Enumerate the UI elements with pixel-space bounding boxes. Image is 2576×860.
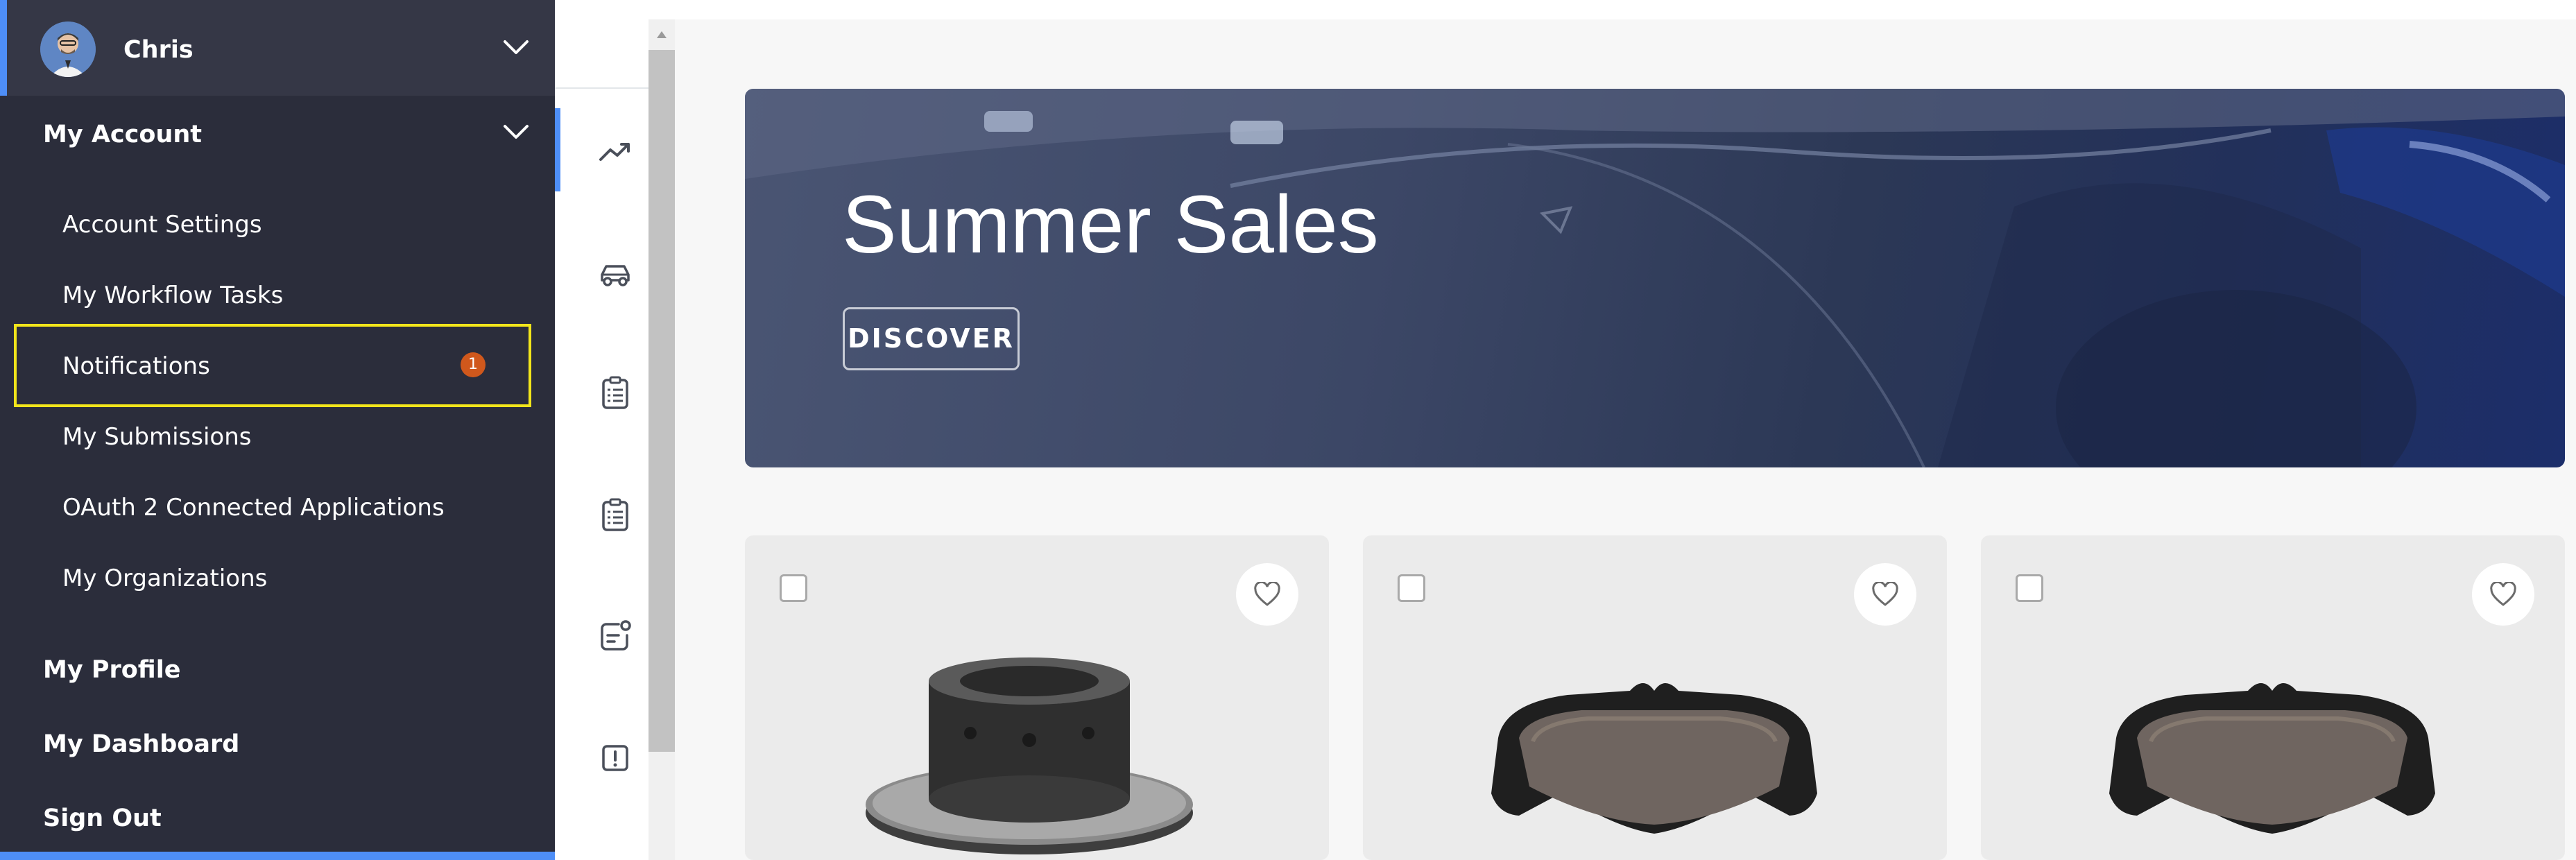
sidebar-item-my-submissions[interactable]: My Submissions xyxy=(62,423,251,451)
app-icon-rail xyxy=(555,0,649,860)
avatar xyxy=(40,22,96,77)
sidebar-item-my-workflow-tasks[interactable]: My Workflow Tasks xyxy=(62,282,283,309)
discover-button[interactable]: DISCOVER xyxy=(843,307,1020,370)
car-icon[interactable] xyxy=(595,251,635,291)
checklist-icon[interactable] xyxy=(595,373,635,413)
sidebar-item-account-settings[interactable]: Account Settings xyxy=(62,211,262,239)
favorite-button[interactable] xyxy=(1236,563,1298,626)
sidebar-item-notifications[interactable]: Notifications xyxy=(62,352,210,380)
heart-icon xyxy=(1872,582,1898,606)
sign-out-link[interactable]: Sign Out xyxy=(43,805,162,832)
product-card[interactable] xyxy=(1981,535,2565,860)
promo-banner xyxy=(745,89,2565,467)
chevron-down-icon xyxy=(504,40,529,54)
my-account-section-toggle[interactable]: My Account xyxy=(43,121,202,148)
favorite-button[interactable] xyxy=(1854,563,1916,626)
product-card[interactable] xyxy=(1363,535,1947,860)
sidebar-item-oauth2-connected-applications[interactable]: OAuth 2 Connected Applications xyxy=(62,494,445,522)
notification-count-badge: 1 xyxy=(461,352,486,377)
heart-icon xyxy=(2490,582,2516,606)
heart-icon xyxy=(1254,582,1280,606)
chevron-down-icon[interactable] xyxy=(501,117,531,147)
car-background-image xyxy=(745,89,2565,467)
compare-checkbox[interactable] xyxy=(2016,574,2043,602)
scroll-up-arrow-icon[interactable] xyxy=(649,19,675,50)
user-menu-toggle[interactable]: Chris xyxy=(0,0,555,96)
favorite-button[interactable] xyxy=(2472,563,2534,626)
brake-pads-image xyxy=(2109,683,2435,834)
compare-checkbox[interactable] xyxy=(780,574,807,602)
brake-pads-image xyxy=(1491,683,1817,834)
active-rail-indicator xyxy=(555,108,560,191)
active-indicator xyxy=(0,0,7,96)
bottom-accent-bar xyxy=(0,852,555,860)
product-card[interactable] xyxy=(745,535,1329,860)
brake-disc-image xyxy=(866,657,1193,854)
alert-icon[interactable] xyxy=(595,738,635,778)
banner-title: Summer Sales xyxy=(842,179,1379,270)
app-window: Chris My Account Account Settings My Wor… xyxy=(0,0,2576,860)
product-menu-sidebar: Chris My Account Account Settings My Wor… xyxy=(0,0,555,860)
scrollbar-thumb[interactable] xyxy=(649,50,675,752)
user-name: Chris xyxy=(123,36,194,64)
divider xyxy=(555,87,649,89)
sidebar-item-my-dashboard[interactable]: My Dashboard xyxy=(43,730,239,758)
checklist-icon[interactable] xyxy=(595,495,635,535)
trend-up-icon[interactable] xyxy=(595,130,635,171)
sidebar-item-my-organizations[interactable]: My Organizations xyxy=(62,565,267,592)
sidebar-item-my-profile[interactable]: My Profile xyxy=(43,656,180,684)
compare-checkbox[interactable] xyxy=(1398,574,1425,602)
task-notification-icon[interactable] xyxy=(595,616,635,656)
